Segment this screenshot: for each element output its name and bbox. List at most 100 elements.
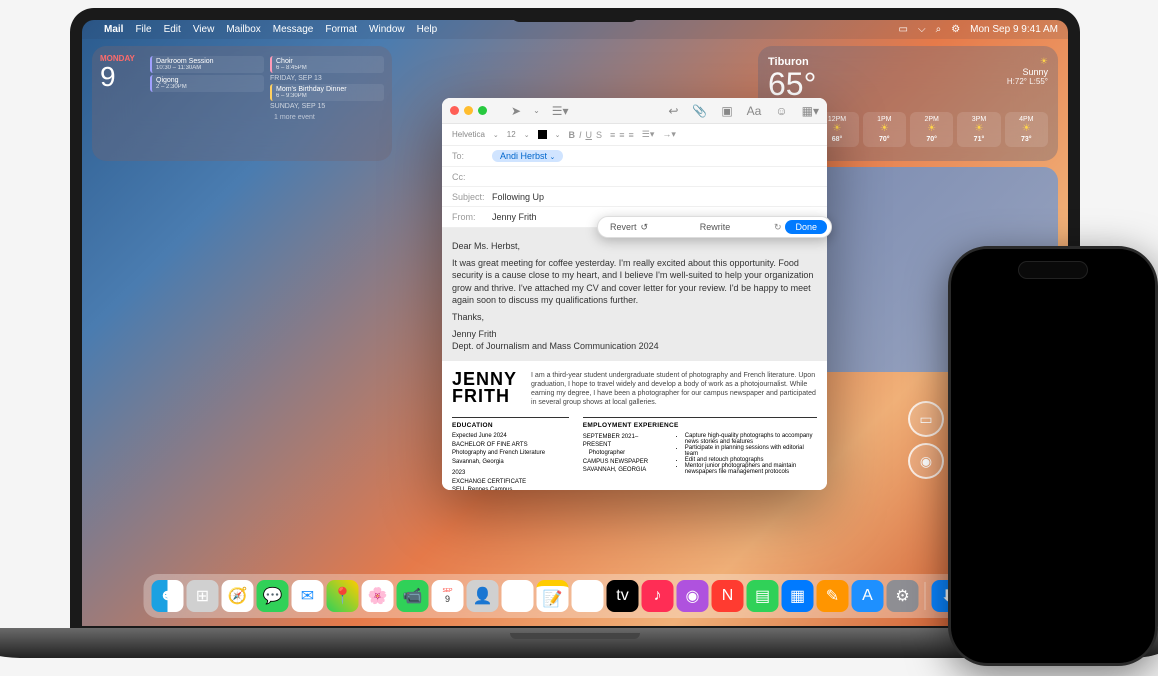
revert-button[interactable]: Revert ↺ xyxy=(602,220,656,235)
calendar-events: Darkroom Session10:30 – 11:30AM Qigong2 … xyxy=(150,54,384,153)
resume-attachment[interactable]: JENNYFRITH I am a third-year student und… xyxy=(442,361,827,490)
menubar-datetime[interactable]: Mon Sep 9 9:41 AM xyxy=(970,24,1058,35)
mail-titlebar[interactable]: ➤ ⌄ ☰▾ ↩ 📎 ▣ Aa ☺ ▦▾ xyxy=(442,98,827,124)
dock-facetime-icon[interactable]: 📹 xyxy=(397,580,429,612)
calendar-widget[interactable]: MONDAY 9 Darkroom Session10:30 – 11:30AM… xyxy=(92,46,392,161)
dock-settings-icon[interactable]: ⚙ xyxy=(887,580,919,612)
align-right-icon[interactable]: ≡ xyxy=(629,130,634,140)
battery-icon[interactable]: ▭ xyxy=(899,24,908,35)
dock-podcasts-icon[interactable]: ◉ xyxy=(677,580,709,612)
calendar-more: 1 more event xyxy=(270,112,384,123)
align-center-icon[interactable]: ≡ xyxy=(619,130,624,140)
dock-launchpad-icon[interactable]: ⊞ xyxy=(187,580,219,612)
dock-calendar-icon[interactable]: SEP9 xyxy=(432,580,464,612)
redo-icon[interactable]: ↻ xyxy=(774,222,782,233)
rewrite-label[interactable]: Rewrite xyxy=(660,222,770,232)
menu-mailbox[interactable]: Mailbox xyxy=(226,24,260,35)
dock-photos-icon[interactable]: 🌸 xyxy=(362,580,394,612)
weather-hour: 3PM☀71° xyxy=(957,112,1000,147)
body-name: Jenny Frith xyxy=(452,328,817,341)
menu-help[interactable]: Help xyxy=(417,24,438,35)
dock-pages-icon[interactable]: ✎ xyxy=(817,580,849,612)
menubar-left: Mail File Edit View Mailbox Message Form… xyxy=(92,24,437,35)
sun-icon: ☀ xyxy=(1007,56,1048,67)
laptop-icon[interactable]: ▭ xyxy=(908,401,944,437)
format-icon[interactable]: Aa xyxy=(747,104,762,118)
mail-body[interactable]: Dear Ms. Herbst, It was great meeting fo… xyxy=(442,228,827,361)
undo-icon: ↺ xyxy=(641,222,649,233)
italic-button[interactable]: I xyxy=(579,130,582,140)
dock-notes-icon[interactable]: 📝 xyxy=(537,580,569,612)
menubar: Mail File Edit View Mailbox Message Form… xyxy=(82,20,1068,39)
strike-button[interactable]: S xyxy=(596,130,602,140)
search-icon[interactable]: ⌕ xyxy=(936,24,942,35)
dock-mail-icon[interactable]: ✉ xyxy=(292,580,324,612)
menu-view[interactable]: View xyxy=(193,24,215,35)
calendar-date: MONDAY 9 xyxy=(100,54,150,153)
iphone-screen xyxy=(951,249,1155,663)
media-icon[interactable]: ▦▾ xyxy=(802,104,819,118)
cc-field[interactable]: Cc: xyxy=(442,167,827,187)
color-swatch[interactable] xyxy=(538,130,547,139)
menubar-app[interactable]: Mail xyxy=(104,24,123,35)
calendar-event: Choir6 – 8:45PM xyxy=(270,56,384,73)
dock-freeform-icon[interactable]: ✏ xyxy=(572,580,604,612)
weather-temp: 65° xyxy=(768,68,816,100)
control-center-icon[interactable]: ⚙ xyxy=(951,24,960,35)
laptop-frame: Mail File Edit View Mailbox Message Form… xyxy=(70,8,1080,648)
font-select[interactable]: Helvetica xyxy=(452,130,485,139)
send-icon[interactable]: ➤ xyxy=(511,104,521,118)
indent-icon[interactable]: →▾ xyxy=(662,129,676,140)
menu-file[interactable]: File xyxy=(135,24,151,35)
bold-button[interactable]: B xyxy=(568,130,575,140)
menu-window[interactable]: Window xyxy=(369,24,405,35)
dock-finder-icon[interactable]: ☻ xyxy=(152,580,184,612)
subject-field[interactable]: Subject: Following Up xyxy=(442,187,827,207)
resume-experience: EMPLOYMENT EXPERIENCE SEPTEMBER 2021–PRE… xyxy=(583,417,817,490)
size-select[interactable]: 12 xyxy=(507,130,516,139)
dock-separator xyxy=(925,582,926,610)
photo-icon[interactable]: ▣ xyxy=(721,104,732,118)
dock-messages-icon[interactable]: 💬 xyxy=(257,580,289,612)
resume-education: EDUCATION Expected June 2024 BACHELOR OF… xyxy=(452,417,569,490)
dock-maps-icon[interactable]: 📍 xyxy=(327,580,359,612)
underline-button[interactable]: U xyxy=(585,130,592,140)
wifi-icon[interactable]: ⌵ xyxy=(918,24,926,35)
weather-hour: 1PM☀70° xyxy=(863,112,906,147)
close-button[interactable] xyxy=(450,106,459,115)
resume-name: JENNYFRITH xyxy=(452,371,517,407)
traffic-lights xyxy=(450,106,487,115)
menu-format[interactable]: Format xyxy=(325,24,357,35)
dock-keynote-icon[interactable]: ▦ xyxy=(782,580,814,612)
dynamic-island xyxy=(1018,261,1088,279)
dock-news-icon[interactable]: N xyxy=(712,580,744,612)
emoji-icon[interactable]: ☺ xyxy=(775,104,787,118)
dock-contacts-icon[interactable]: 👤 xyxy=(467,580,499,612)
iphone-device xyxy=(948,246,1158,666)
dock-reminders-icon[interactable]: ☰ xyxy=(502,580,534,612)
dock-appstore-icon[interactable]: A xyxy=(852,580,884,612)
chevron-down-icon[interactable]: ⌄ xyxy=(533,106,540,115)
reply-icon[interactable]: ↩ xyxy=(668,104,678,118)
maximize-button[interactable] xyxy=(478,106,487,115)
menu-edit[interactable]: Edit xyxy=(164,24,181,35)
dock-numbers-icon[interactable]: ▤ xyxy=(747,580,779,612)
dock-safari-icon[interactable]: 🧭 xyxy=(222,580,254,612)
attach-icon[interactable]: 📎 xyxy=(692,104,707,118)
header-toggle-icon[interactable]: ☰▾ xyxy=(552,104,569,118)
done-button[interactable]: Done xyxy=(785,220,827,234)
recipient-chip[interactable]: Andi Herbst ⌄ xyxy=(492,150,563,162)
dock-music-icon[interactable]: ♪ xyxy=(642,580,674,612)
dock: ☻ ⊞ 🧭 💬 ✉ 📍 🌸 📹 SEP9 👤 ☰ 📝 ✏ tv ♪ ◉ N ▤ … xyxy=(144,574,1007,618)
subject-value: Following Up xyxy=(492,192,544,202)
align-left-icon[interactable]: ≡ xyxy=(610,130,615,140)
menu-message[interactable]: Message xyxy=(273,24,314,35)
minimize-button[interactable] xyxy=(464,106,473,115)
calendar-event: Mom's Birthday Dinner6 – 9:30PM xyxy=(270,84,384,101)
dock-tv-icon[interactable]: tv xyxy=(607,580,639,612)
from-value: Jenny Frith xyxy=(492,212,537,222)
list-icon[interactable]: ☰▾ xyxy=(642,129,655,140)
mouse-icon[interactable]: ◉ xyxy=(908,443,944,479)
to-field[interactable]: To: Andi Herbst ⌄ xyxy=(442,146,827,167)
mail-format-bar: Helvetica⌄ 12⌄ ⌄ BIUS ≡≡≡ ☰▾ →▾ xyxy=(442,124,827,146)
